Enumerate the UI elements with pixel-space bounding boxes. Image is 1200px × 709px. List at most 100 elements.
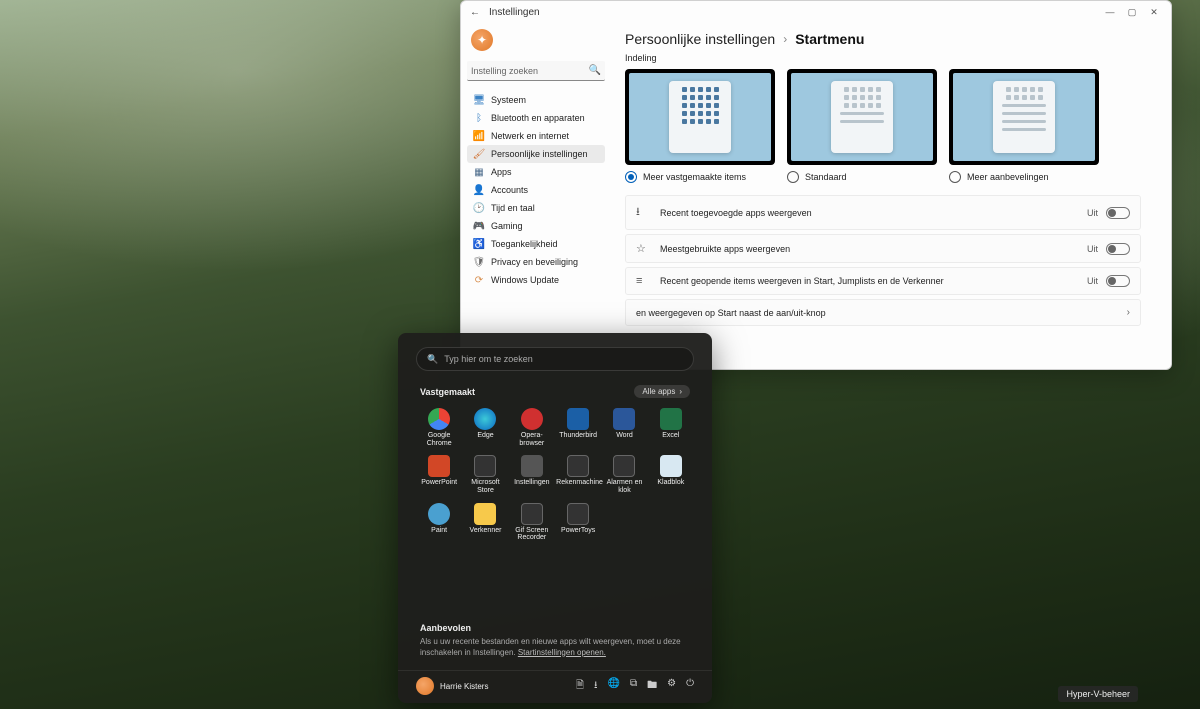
app-icon [428,455,450,477]
start-footer-tray: 🗎 ⭳ 🌐 ⧉ 🖿 ⚙ ⏻ [576,678,694,695]
app-tile-instellingen[interactable]: Instellingen [509,453,555,498]
app-tile-opera-browser[interactable]: Opera-browser [509,406,555,451]
toggle-state: Uit [1087,208,1098,218]
app-icon [474,408,496,430]
sidebar-item-netwerk-en-internet[interactable]: 📶Netwerk en internet [467,127,605,145]
search-icon: 🔍 [427,354,438,365]
settings-search-input[interactable]: Instelling zoeken 🔍 [467,61,605,81]
app-icon [613,408,635,430]
nav-icon: 🛡 [473,256,485,268]
user-name: Harrie Kisters [440,682,488,691]
layout-option-more-recommendations[interactable] [949,69,1099,165]
app-label: Google Chrome [417,432,461,447]
tray-icon[interactable]: ⚙ [667,678,676,695]
nav-label: Apps [491,167,512,177]
user-account-button[interactable]: Harrie Kisters [416,677,488,695]
nav-label: Persoonlijke instellingen [491,149,588,159]
setting-toggle-row[interactable]: ⭳Recent toegevoegde apps weergevenUit [625,195,1141,230]
app-icon [474,455,496,477]
layout-radio[interactable]: Meer aanbevelingen [949,171,1099,183]
app-tile-powerpoint[interactable]: PowerPoint [416,453,462,498]
chevron-right-icon: › [783,32,787,46]
setting-label: Recent geopende items weergeven in Start… [660,276,944,286]
breadcrumb-current: Startmenu [795,31,864,47]
app-tile-rekenmachine[interactable]: Rekenmachine [555,453,601,498]
toggle-switch[interactable] [1106,275,1130,287]
app-tile-kladblok[interactable]: Kladblok [648,453,694,498]
app-tile-google-chrome[interactable]: Google Chrome [416,406,462,451]
taskbar-app-label[interactable]: Hyper-V-beheer [1058,686,1138,702]
layout-section-label: Indeling [625,53,1141,63]
toggle-switch[interactable] [1106,243,1130,255]
recommended-label: Aanbevolen [420,623,690,633]
nav-icon: 🖌 [473,148,485,160]
layout-radio[interactable]: Standaard [787,171,937,183]
recommended-section: Aanbevolen Als u uw recente bestanden en… [416,615,694,670]
breadcrumb-parent[interactable]: Persoonlijke instellingen [625,31,775,47]
tray-icon[interactable]: 🗎 [576,678,584,695]
sidebar-item-windows-update[interactable]: ⟳Windows Update [467,271,605,289]
toggle-state: Uit [1087,276,1098,286]
nav-label: Toegankelijkheid [491,239,558,249]
tray-icon[interactable]: ⧉ [630,678,637,695]
chevron-right-icon: › [679,387,682,396]
tray-icon[interactable]: 🌐 [608,678,620,695]
maximize-button[interactable]: ▢ [1121,3,1143,21]
sidebar-item-privacy-en-beveiliging[interactable]: 🛡Privacy en beveiliging [467,253,605,271]
setting-toggle-row[interactable]: ≡ Recent geopende items weergeven in Star… [625,267,1141,295]
nav-icon: 🖥 [473,94,485,106]
app-tile-alarmen-en-klok[interactable]: Alarmen en klok [601,453,647,498]
app-icon [428,408,450,430]
sidebar-item-persoonlijke-instellingen[interactable]: 🖌 Persoonlijke instellingen [467,145,605,163]
app-tile-excel[interactable]: Excel [648,406,694,451]
tray-icon[interactable]: 🖿 [647,678,657,695]
sidebar-item-tijd-en-taal[interactable]: 🕑Tijd en taal [467,199,605,217]
app-tile-verkenner[interactable]: Verkenner [462,501,508,546]
setting-icon: ⭳ [636,203,650,222]
layout-option-more-pinned[interactable] [625,69,775,165]
layout-option-default[interactable] [787,69,937,165]
user-avatar-icon[interactable]: ✦ [471,29,493,51]
all-apps-button[interactable]: Alle apps › [634,385,690,398]
setting-toggle-row[interactable]: ☆Meestgebruikte apps weergevenUit [625,234,1141,263]
app-icon [660,455,682,477]
search-icon: 🔍 [589,65,601,76]
layout-radio[interactable]: Meer vastgemaakte items [625,171,775,183]
app-tile-paint[interactable]: Paint [416,501,462,546]
folders-expand-row[interactable]: en weergegeven op Start naast de aan/uit… [625,299,1141,326]
app-tile-edge[interactable]: Edge [462,406,508,451]
close-button[interactable]: ✕ [1143,3,1165,21]
app-tile-powertoys[interactable]: PowerToys [555,501,601,546]
app-tile-word[interactable]: Word [601,406,647,451]
tray-icon[interactable]: ⏻ [686,678,694,695]
nav-icon: ▦ [473,166,485,178]
open-start-settings-link[interactable]: Startinstellingen openen. [518,648,606,657]
recommended-description: Als u uw recente bestanden en nieuwe app… [420,637,690,658]
nav-label: Tijd en taal [491,203,535,213]
app-tile-thunderbird[interactable]: Thunderbird [555,406,601,451]
setting-icon: ≡ [636,275,650,287]
toggle-switch[interactable] [1106,207,1130,219]
app-label: Instellingen [514,479,549,487]
sidebar-item-apps[interactable]: ▦ Apps [467,163,605,181]
app-icon [521,408,543,430]
tray-icon[interactable]: ⭳ [594,678,598,695]
settings-titlebar: ← Instellingen — ▢ ✕ [461,1,1171,23]
app-icon [613,455,635,477]
start-search-input[interactable]: 🔍 Typ hier om te zoeken [416,347,694,371]
app-icon [567,503,589,525]
nav-label: Netwerk en internet [491,131,569,141]
pinned-label: Vastgemaakt [420,387,475,397]
sidebar-item-bluetooth-en-apparaten[interactable]: ᛒBluetooth en apparaten [467,109,605,127]
sidebar-item-toegankelijkheid[interactable]: ♿Toegankelijkheid [467,235,605,253]
app-label: Edge [477,432,493,440]
sidebar-item-systeem[interactable]: 🖥Systeem [467,91,605,109]
sidebar-item-gaming[interactable]: 🎮Gaming [467,217,605,235]
window-controls: — ▢ ✕ [1099,3,1165,21]
minimize-button[interactable]: — [1099,3,1121,21]
sidebar-item-accounts[interactable]: 👤Accounts [467,181,605,199]
app-icon [521,455,543,477]
back-button[interactable]: ← [467,7,483,18]
app-tile-gif-screen-recorder[interactable]: Gif Screen Recorder [509,501,555,546]
app-tile-microsoft-store[interactable]: Microsoft Store [462,453,508,498]
